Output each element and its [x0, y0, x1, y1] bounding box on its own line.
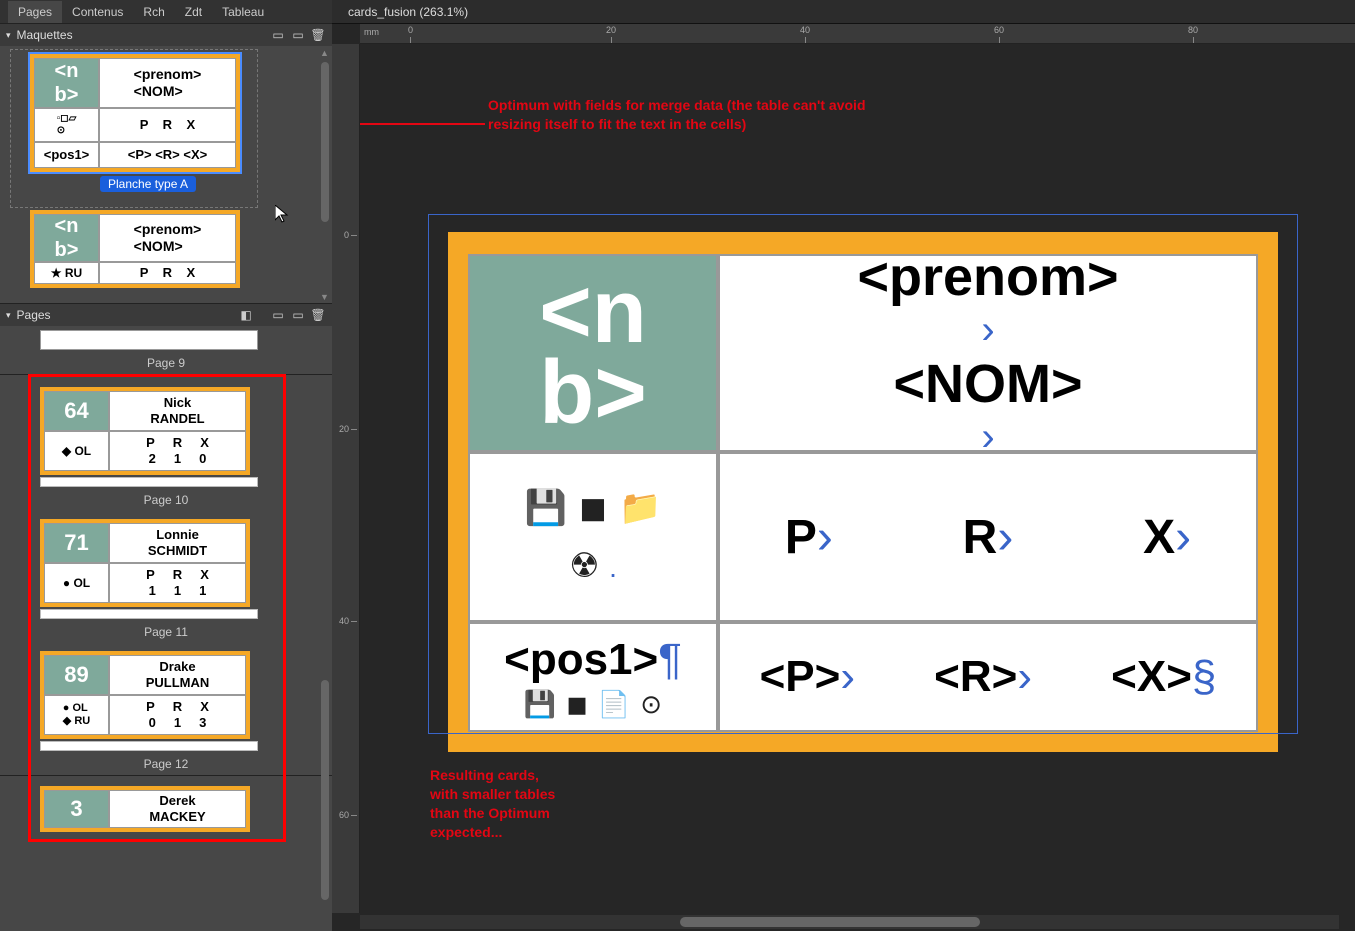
collapse-icon[interactable]: ▾ — [6, 310, 11, 321]
page-thumb-10[interactable]: 64 Nick RANDEL ◆ OL PRX 210 — [40, 387, 258, 487]
document-area: cards_fusion (263.1%) mm 0 20 40 60 80 0… — [332, 0, 1355, 931]
pages-title: Pages — [17, 308, 51, 322]
page-thumb-13[interactable]: 3 Derek MACKEY — [40, 786, 258, 832]
tab-tableau[interactable]: Tableau — [212, 1, 274, 23]
save-icon: 💾 — [525, 488, 567, 528]
pages-panel: ▾ Maquettes ▭ ▭ 🗑 <n b> <prenom> <NOM> ▫… — [0, 24, 332, 931]
page-thumb-11[interactable]: 71 Lonnie SCHMIDT ● OL PRX 111 — [40, 519, 258, 619]
annotation-bottom: Resulting cards, with smaller tables tha… — [430, 766, 555, 842]
document-tab[interactable]: cards_fusion (263.1%) — [338, 2, 478, 22]
tab-pages-panel[interactable]: Pages — [8, 1, 62, 23]
annotation-top: Optimum with fields for merge data (the … — [488, 96, 866, 134]
canvas-hscrollbar[interactable] — [360, 915, 1339, 929]
pages-section-header: ▾ Pages ◧ ▭ ▭ 🗑 — [0, 304, 332, 326]
prenom-field: <prenom> — [857, 246, 1118, 308]
delete-master-icon[interactable]: 🗑 — [310, 27, 326, 43]
annotation-arrow — [360, 114, 490, 134]
master-name-cell: <prenom> <NOM> — [99, 58, 236, 108]
page-label-12: Page 12 — [0, 757, 332, 776]
page-label-9: Page 9 — [0, 356, 332, 375]
page-label-11: Page 11 — [0, 625, 332, 639]
master-a-caption[interactable]: Planche type A — [100, 176, 196, 192]
maquettes-title: Maquettes — [17, 28, 73, 42]
tab-contenus[interactable]: Contenus — [62, 1, 133, 23]
tab-rch[interactable]: Rch — [133, 1, 174, 23]
pages-body[interactable]: Page 9 64 Nick RANDEL ◆ OL PRX — [0, 326, 332, 931]
master-thumb-b[interactable]: <n b> <prenom> <NOM> ★ RU P R X — [30, 210, 248, 288]
page-thumb-12[interactable]: 89 Drake PULLMAN ● OL ◆ RU PRX 013 — [40, 651, 258, 751]
folder-icon: 📁 — [619, 488, 661, 528]
document-tab-bar: cards_fusion (263.1%) — [332, 0, 1355, 24]
pages-view-icon[interactable]: ◧ — [238, 307, 254, 323]
stop-icon: ◼ — [579, 488, 607, 528]
tab-zdt[interactable]: Zdt — [175, 1, 212, 23]
duplicate-page-icon[interactable]: ▭ — [290, 307, 306, 323]
card-table[interactable]: <n b> <prenom>› <NOM>› 💾 ◼ 📁 ☢ . — [468, 254, 1258, 732]
nom-field: <NOM> — [893, 353, 1082, 415]
page-label-10: Page 10 — [0, 493, 332, 507]
nb-cell: <n b> — [468, 254, 718, 452]
ruler-vertical[interactable]: 0 20 40 60 — [332, 44, 360, 913]
maquettes-header: ▾ Maquettes ▭ ▭ 🗑 — [0, 24, 332, 46]
duplicate-master-icon[interactable]: ▭ — [290, 27, 306, 43]
maquettes-scrollbar[interactable]: ▲ ▼ — [320, 50, 330, 300]
new-master-icon[interactable]: ▭ — [270, 27, 286, 43]
collapse-icon[interactable]: ▾ — [6, 30, 11, 41]
delete-page-icon[interactable]: 🗑 — [310, 307, 326, 323]
new-page-icon[interactable]: ▭ — [270, 307, 286, 323]
master-nb-cell: <n b> — [34, 58, 99, 108]
pages-scrollbar[interactable] — [320, 330, 330, 927]
ruler-horizontal[interactable]: mm 0 20 40 60 80 — [360, 24, 1355, 44]
canvas[interactable]: <n b> <prenom>› <NOM>› 💾 ◼ 📁 ☢ . — [360, 44, 1355, 913]
radiation-icon: ☢ — [569, 547, 599, 585]
maquettes-body[interactable]: <n b> <prenom> <NOM> ▫◻▱⊙ P R X <pos1> <… — [0, 46, 332, 304]
master-thumb-a[interactable]: <n b> <prenom> <NOM> ▫◻▱⊙ P R X <pos1> <… — [30, 54, 248, 192]
